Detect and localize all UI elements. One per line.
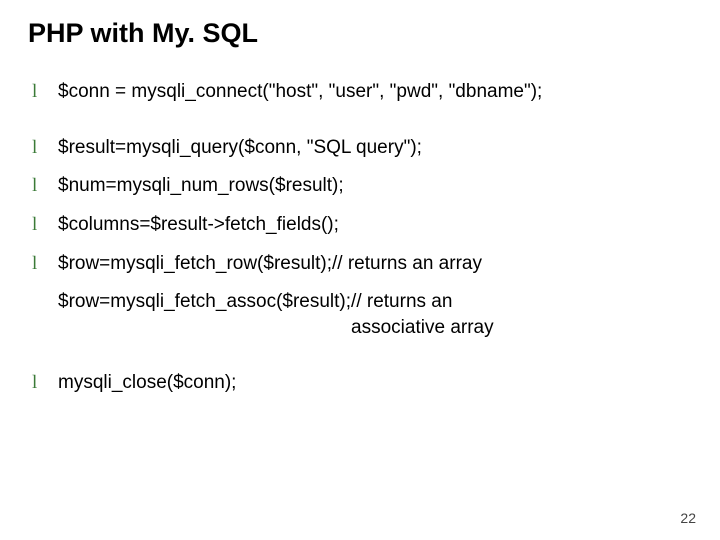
page-number: 22 (680, 510, 696, 526)
list-item: l$num=mysqli_num_rows($result); (32, 173, 692, 199)
list-item: l$row=mysqli_fetch_assoc($result); // re… (32, 289, 692, 340)
list-item-text: $num=mysqli_num_rows($result); (58, 173, 344, 199)
bullet-list: l$conn = mysqli_connect("host", "user", … (32, 79, 692, 396)
list-item: l$conn = mysqli_connect("host", "user", … (32, 79, 692, 105)
list-item-comment: // returns an array (332, 251, 482, 277)
list-item: l$row=mysqli_fetch_row($result); // retu… (32, 251, 692, 277)
list-item-text: $columns=$result->fetch_fields(); (58, 212, 339, 238)
list-item: l$result=mysqli_query($conn, "SQL query"… (32, 135, 692, 161)
list-item-comment: // returns an associative array (351, 289, 494, 340)
list-item: l$columns=$result->fetch_fields(); (32, 212, 692, 238)
list-item-text: $row=mysqli_fetch_row($result); (58, 251, 332, 277)
list-item: lmysqli_close($conn); (32, 370, 692, 396)
list-item-text: mysqli_close($conn); (58, 370, 236, 396)
list-item-text: $conn = mysqli_connect("host", "user", "… (58, 79, 542, 105)
bullet-icon: l (32, 173, 58, 199)
bullet-icon: l (32, 212, 58, 238)
bullet-icon: l (32, 370, 58, 396)
slide-title: PHP with My. SQL (28, 18, 692, 49)
list-item-text: $result=mysqli_query($conn, "SQL query")… (58, 135, 422, 161)
slide: PHP with My. SQL l$conn = mysqli_connect… (0, 0, 720, 540)
bullet-icon: l (32, 135, 58, 161)
bullet-icon: l (32, 251, 58, 277)
list-item-text: $row=mysqli_fetch_assoc($result); (58, 289, 351, 315)
bullet-icon: l (32, 79, 58, 105)
